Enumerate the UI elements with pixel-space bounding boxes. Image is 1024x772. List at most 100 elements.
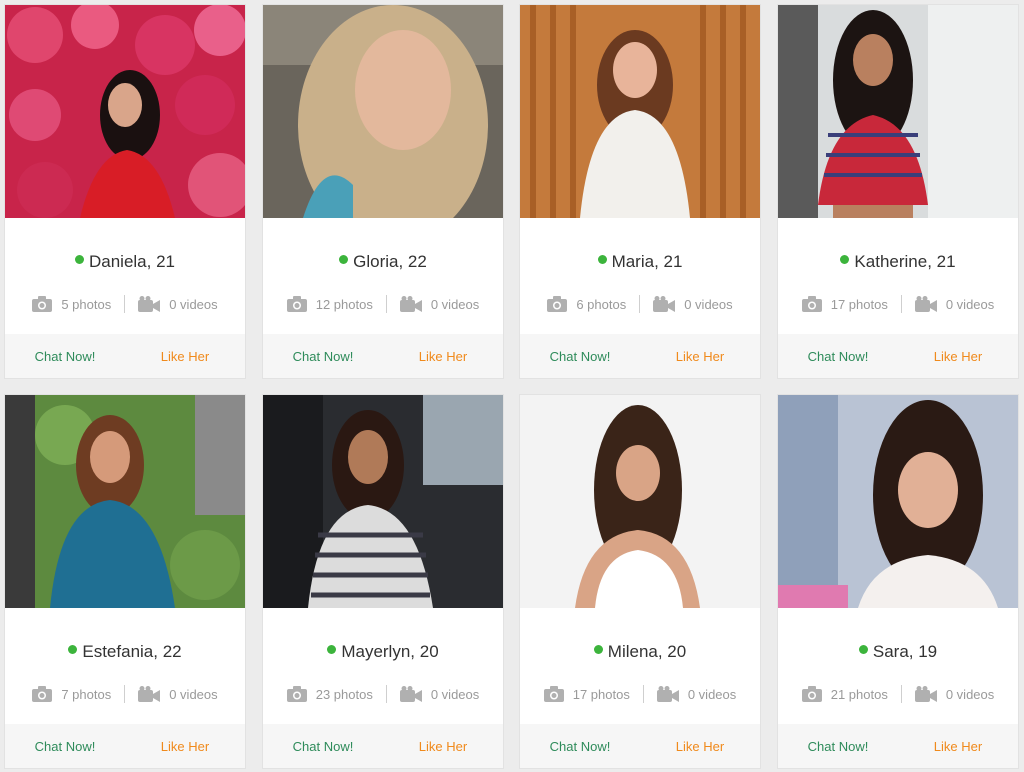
camera-icon [801,686,822,702]
camera-icon [32,686,53,702]
profile-stats: 6 photos 0 videos [520,293,760,315]
divider [639,295,641,313]
video-camera-icon [138,296,161,312]
profile-photo[interactable] [263,395,503,608]
divider [385,685,387,703]
card-actions: Chat Now! Like Her [5,724,245,768]
profile-name[interactable]: Daniela, 21 [5,251,245,273]
card-actions: Chat Now! Like Her [263,724,503,768]
profile-name[interactable]: Mayerlyn, 20 [263,641,503,663]
profile-name[interactable]: Milena, 20 [520,641,760,663]
card-actions: Chat Now! Like Her [520,334,760,378]
camera-icon [32,296,53,312]
chat-now-button[interactable]: Chat Now! [520,739,640,754]
divider [900,295,902,313]
profile-name[interactable]: Katherine, 21 [778,251,1018,273]
camera-icon [286,686,307,702]
card-actions: Chat Now! Like Her [263,334,503,378]
video-count: 0 videos [169,686,218,702]
chat-now-button[interactable]: Chat Now! [778,349,898,364]
online-dot-icon [840,255,850,264]
video-count: 0 videos [169,296,218,312]
chat-now-button[interactable]: Chat Now! [263,349,383,364]
video-camera-icon [399,686,422,702]
like-her-button[interactable]: Like Her [383,739,503,754]
online-dot-icon [597,255,607,264]
divider [385,295,387,313]
profile-stats: 7 photos 0 videos [5,683,245,705]
like-her-button[interactable]: Like Her [383,349,503,364]
card-actions: Chat Now! Like Her [778,724,1018,768]
camera-icon [547,296,568,312]
chat-now-button[interactable]: Chat Now! [778,739,898,754]
photo-count: 5 photos [61,296,112,312]
profile-stats: 23 photos 0 videos [263,683,503,705]
photo-count: 17 photos [572,686,630,702]
video-count: 0 videos [430,686,480,702]
photo-count: 21 photos [830,686,888,702]
divider [642,685,644,703]
video-camera-icon [138,686,161,702]
like-her-button[interactable]: Like Her [898,349,1018,364]
card-actions: Chat Now! Like Her [778,334,1018,378]
video-count: 0 videos [687,686,737,702]
profile-card: Daniela, 21 5 photos 0 videos Chat Now! … [5,5,245,378]
photo-count: 23 photos [315,686,373,702]
profile-card: Milena, 20 17 photos 0 videos Chat Now! … [520,395,760,768]
profile-name[interactable]: Gloria, 22 [263,251,503,273]
like-her-button[interactable]: Like Her [125,349,245,364]
divider [124,295,126,313]
video-count: 0 videos [945,686,995,702]
profile-card: Maria, 21 6 photos 0 videos Chat Now! Li… [520,5,760,378]
photo-count: 12 photos [315,296,373,312]
profile-stats: 17 photos 0 videos [778,293,1018,315]
profile-photo[interactable] [778,5,1018,218]
online-dot-icon [68,645,78,654]
profile-grid: Daniela, 21 5 photos 0 videos Chat Now! … [0,0,1024,772]
profile-photo[interactable] [5,395,245,608]
card-actions: Chat Now! Like Her [520,724,760,768]
profile-card: Katherine, 21 17 photos 0 videos Chat No… [778,5,1018,378]
like-her-button[interactable]: Like Her [898,739,1018,754]
like-her-button[interactable]: Like Her [640,349,760,364]
video-camera-icon [914,686,937,702]
online-dot-icon [74,255,84,264]
online-dot-icon [327,645,337,654]
profile-name[interactable]: Maria, 21 [520,251,760,273]
divider [900,685,902,703]
profile-stats: 21 photos 0 videos [778,683,1018,705]
profile-name[interactable]: Estefania, 22 [5,641,245,663]
like-her-button[interactable]: Like Her [640,739,760,754]
profile-photo[interactable] [778,395,1018,608]
like-her-button[interactable]: Like Her [125,739,245,754]
chat-now-button[interactable]: Chat Now! [263,739,383,754]
profile-photo[interactable] [520,395,760,608]
profile-photo[interactable] [520,5,760,218]
video-count: 0 videos [684,296,733,312]
camera-icon [543,686,564,702]
video-count: 0 videos [945,296,995,312]
profile-card: Gloria, 22 12 photos 0 videos Chat Now! … [263,5,503,378]
online-dot-icon [593,645,603,654]
profile-stats: 5 photos 0 videos [5,293,245,315]
online-dot-icon [339,255,349,264]
profile-photo[interactable] [263,5,503,218]
video-camera-icon [399,296,422,312]
profile-name[interactable]: Sara, 19 [778,641,1018,663]
photo-count: 17 photos [830,296,888,312]
profile-stats: 12 photos 0 videos [263,293,503,315]
video-camera-icon [656,686,679,702]
card-actions: Chat Now! Like Her [5,334,245,378]
photo-count: 6 photos [576,296,627,312]
profile-card: Estefania, 22 7 photos 0 videos Chat Now… [5,395,245,768]
profile-photo[interactable] [5,5,245,218]
chat-now-button[interactable]: Chat Now! [520,349,640,364]
profile-card: Mayerlyn, 20 23 photos 0 videos Chat Now… [263,395,503,768]
profile-card: Sara, 19 21 photos 0 videos Chat Now! Li… [778,395,1018,768]
chat-now-button[interactable]: Chat Now! [5,739,125,754]
online-dot-icon [858,645,868,654]
photo-count: 7 photos [61,686,112,702]
video-camera-icon [914,296,937,312]
chat-now-button[interactable]: Chat Now! [5,349,125,364]
video-count: 0 videos [430,296,480,312]
